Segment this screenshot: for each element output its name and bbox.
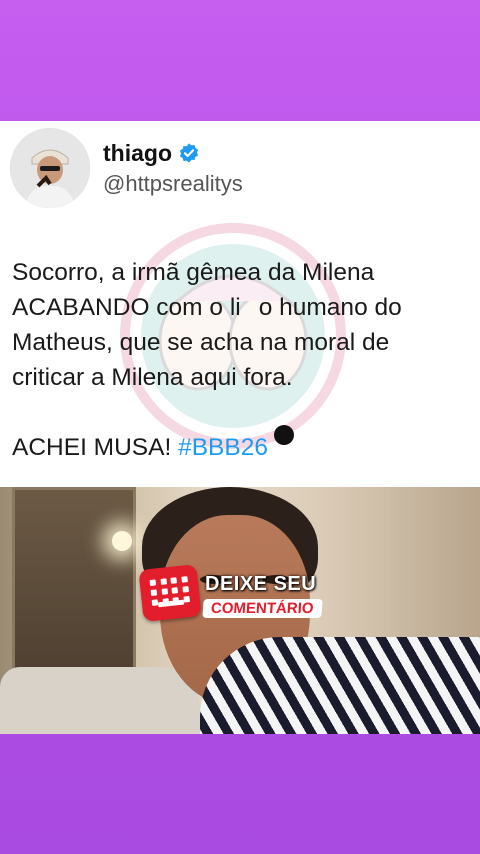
- cta-line-2: COMENTÁRIO: [202, 599, 323, 618]
- display-name-text[interactable]: thiago: [103, 140, 172, 167]
- tweet-text: Socorro, a irmã gêmea da Milena ACABANDO…: [12, 255, 472, 465]
- hashtag-link[interactable]: #BBB26: [178, 434, 268, 461]
- background-lamp: [112, 531, 132, 551]
- tweet-card: thiago @httpsrealitys Socorro, a irmã gê…: [0, 121, 480, 734]
- touch-indicator: [274, 425, 294, 445]
- handle[interactable]: @httpsrealitys: [103, 171, 243, 197]
- cta-line-1: DEIXE SEU: [205, 573, 317, 595]
- tweet-line-3: Matheus, que se acha na moral de: [12, 329, 390, 356]
- display-name[interactable]: thiago: [103, 140, 243, 167]
- tweet-line-4: criticar a Milena aqui fora.: [12, 364, 293, 391]
- tweet-line-2b: o humano do: [258, 294, 402, 321]
- person-striped-shirt: [200, 637, 480, 734]
- author-names: thiago @httpsrealitys: [103, 140, 243, 197]
- avatar[interactable]: [10, 128, 90, 208]
- tweet-line-1: Socorro, a irmã gêmea da Milena: [12, 259, 375, 286]
- tweet-header: thiago @httpsrealitys: [10, 127, 243, 209]
- tweet-line-5: ACHEI MUSA!: [12, 434, 179, 461]
- tweet-line-2a: ACABANDO com o li: [12, 294, 241, 321]
- keyboard-icon: [138, 564, 202, 622]
- background-sofa: [0, 667, 200, 734]
- verified-badge-icon: [178, 142, 200, 164]
